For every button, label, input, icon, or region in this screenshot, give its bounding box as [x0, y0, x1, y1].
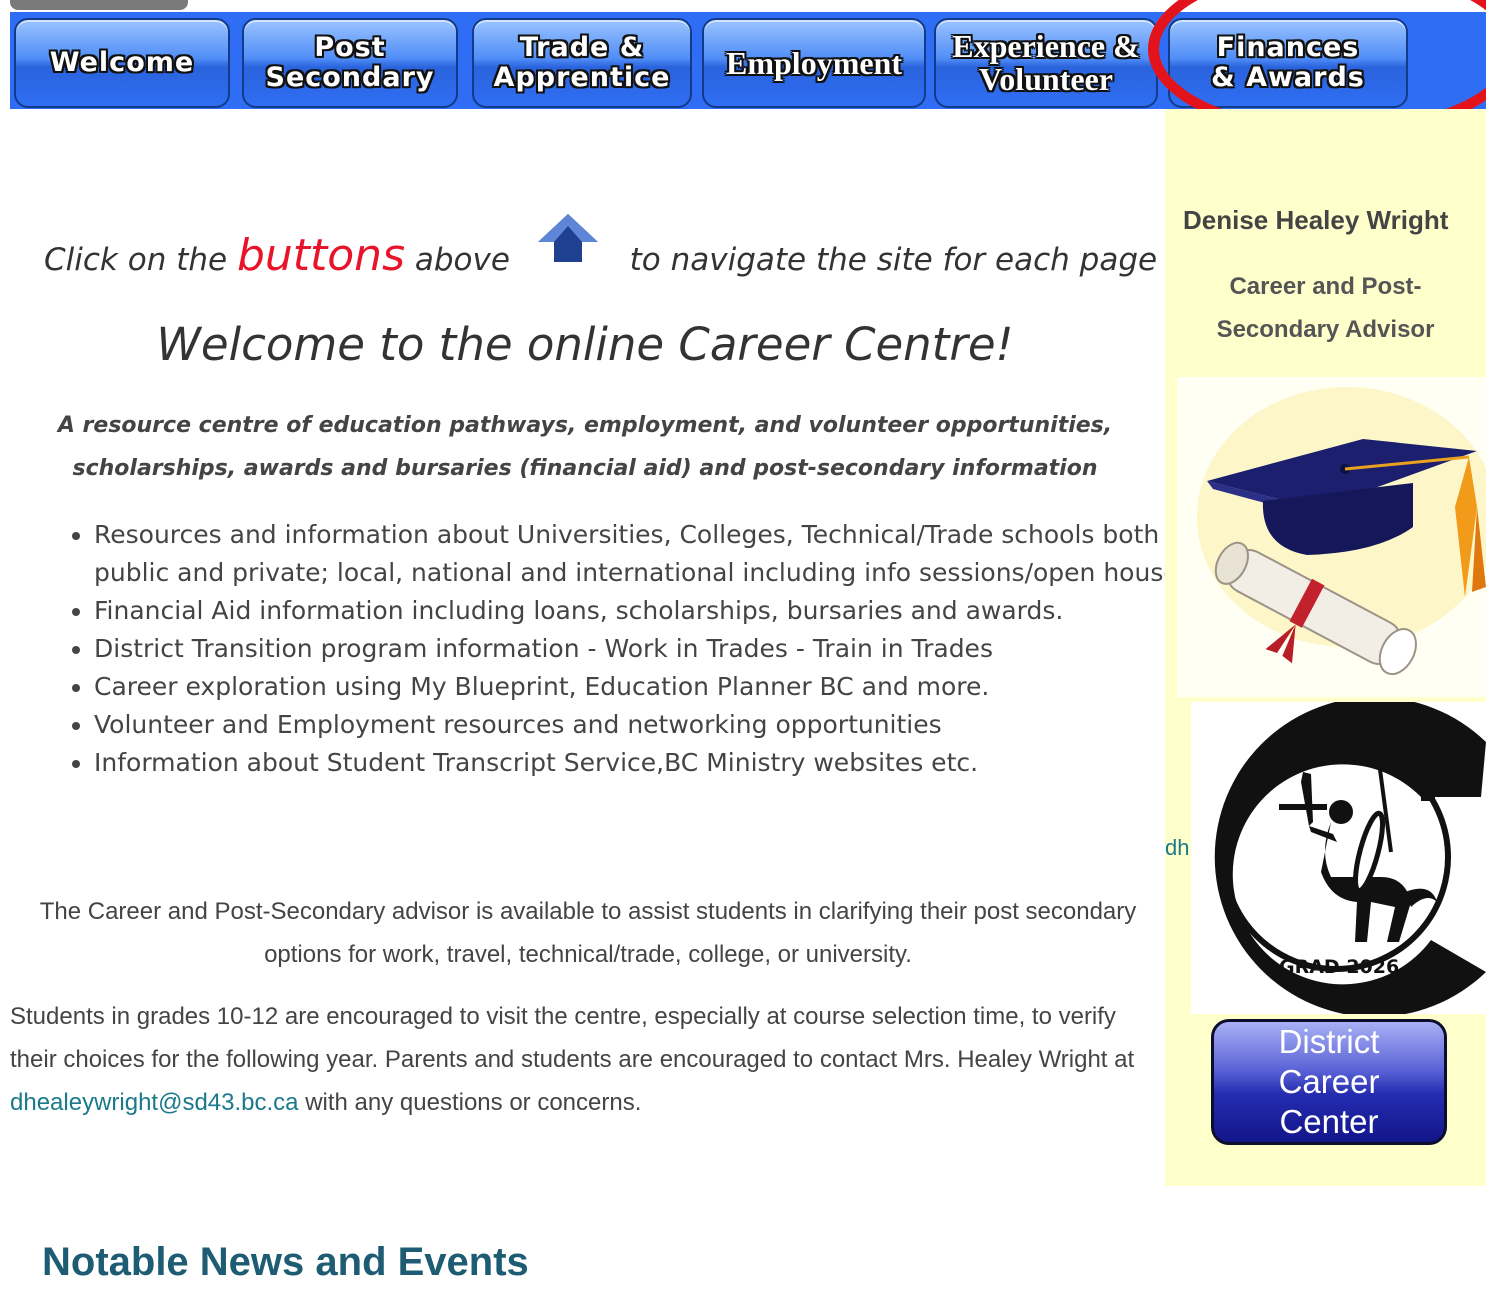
- graduation-cap-diploma-icon: [1177, 377, 1486, 697]
- top-navigation-bar: Welcome Post Secondary Trade & Apprentic…: [10, 12, 1486, 109]
- instruction-text-before: Click on the: [44, 242, 228, 278]
- para2-text-after: with any questions or concerns.: [298, 1089, 642, 1116]
- centaur-crest-logo: GRAD 2026: [1191, 702, 1486, 1014]
- resource-list: Resources and information about Universi…: [58, 516, 1204, 782]
- list-item: Volunteer and Employment resources and n…: [94, 706, 1204, 744]
- nav-button-experience-volunteer-label: Experience & Volunteer: [952, 28, 1140, 97]
- nav-button-post-secondary-label: Post Secondary: [265, 32, 435, 93]
- list-item: Information about Student Transcript Ser…: [94, 744, 1204, 782]
- advisor-title: Career and Post- Secondary Advisor: [1216, 273, 1435, 343]
- advisor-email-link[interactable]: dhealeywright@sd43.bc.ca: [10, 1089, 299, 1116]
- nav-button-finances-awards-label: Finances & Awards: [1211, 32, 1365, 93]
- nav-button-post-secondary[interactable]: Post Secondary: [242, 18, 458, 108]
- student-encouragement: Students in grades 10-12 are encouraged …: [10, 995, 1150, 1124]
- email-fragment: dh: [1165, 835, 1190, 860]
- nav-button-trade-apprentice[interactable]: Trade & Apprentice: [472, 18, 692, 108]
- nav-top-strip: [10, 0, 188, 10]
- district-career-center-button[interactable]: District Career Center: [1211, 1019, 1447, 1145]
- instruction-text-end: to navigate the site for each page: [629, 242, 1158, 278]
- list-item: District Transition program information …: [94, 630, 1204, 668]
- page-title: Welcome to the online Career Centre!: [156, 318, 1014, 371]
- nav-button-employment-label: Employment: [726, 44, 902, 81]
- navigation-instruction: Click on the buttons above to navigate t…: [44, 230, 1164, 281]
- nav-button-welcome[interactable]: Welcome: [14, 18, 230, 108]
- list-item: Resources and information about Universi…: [94, 516, 1204, 592]
- advisor-description: The Career and Post-Secondary advisor is…: [39, 898, 1137, 968]
- nav-button-welcome-label: Welcome: [49, 47, 195, 78]
- nav-button-experience-volunteer[interactable]: Experience & Volunteer: [934, 18, 1158, 108]
- advisor-name: Denise Healey Wright: [1183, 205, 1449, 235]
- nav-button-trade-apprentice-label: Trade & Apprentice: [493, 32, 671, 93]
- para2-text-before: Students in grades 10-12 are encouraged …: [10, 1003, 1135, 1073]
- nav-button-finances-awards[interactable]: Finances & Awards: [1168, 18, 1408, 108]
- up-arrow-icon: [538, 214, 598, 262]
- crest-label: GRAD 2026: [1279, 956, 1400, 978]
- page-tagline: A resource centre of education pathways,…: [57, 413, 1113, 481]
- news-section-heading: Notable News and Events: [42, 1240, 529, 1284]
- instruction-text-after: above: [414, 242, 510, 278]
- list-item: Financial Aid information including loan…: [94, 592, 1204, 630]
- instruction-emphasis: buttons: [236, 230, 405, 281]
- list-item: Career exploration using My Blueprint, E…: [94, 668, 1204, 706]
- nav-button-employment[interactable]: Employment: [702, 18, 926, 108]
- sidebar: Denise Healey Wright Career and Post- Se…: [1165, 109, 1486, 1186]
- district-career-center-label: District Career Center: [1278, 1023, 1380, 1140]
